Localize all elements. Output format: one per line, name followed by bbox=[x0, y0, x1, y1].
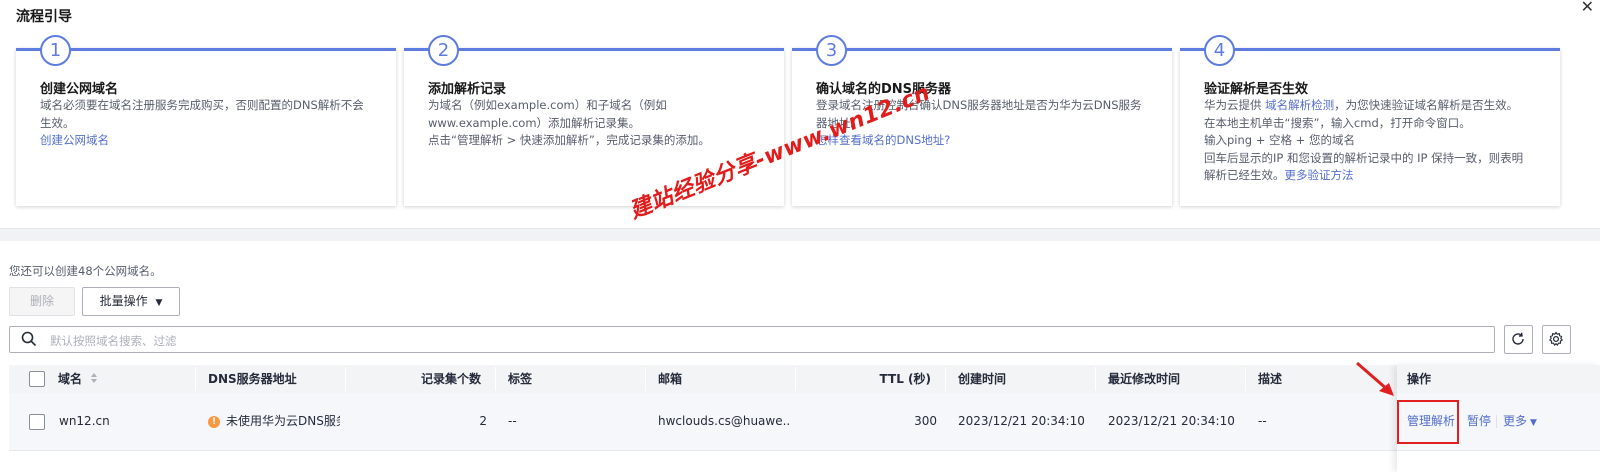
step-number: 4 bbox=[1204, 35, 1235, 66]
column-header-records: 记录集个数 bbox=[420, 372, 481, 386]
email-cell: hwclouds.cs@huawe... bbox=[658, 414, 790, 428]
column-header-email: 邮箱 bbox=[658, 372, 683, 386]
column-header-tags: 标签 bbox=[508, 372, 533, 386]
records-count: 2 bbox=[479, 414, 487, 428]
dns-status-cell: ! 未使用华为云DNS服务器 bbox=[208, 393, 340, 450]
column-divider bbox=[495, 367, 496, 391]
more-verify-link[interactable]: 更多验证方法 bbox=[1285, 168, 1354, 182]
step-text: 生效。 bbox=[40, 115, 75, 130]
tags-cell: -- bbox=[508, 414, 517, 428]
refresh-button[interactable] bbox=[1504, 325, 1533, 354]
column-divider bbox=[795, 367, 796, 391]
step-text: 点击“管理解析 > 快速添加解析”，完成记录集的添加。 bbox=[428, 133, 710, 147]
column-header-ttl: TTL (秒) bbox=[879, 372, 931, 386]
column-divider bbox=[645, 367, 646, 391]
caret-down-icon: ▼ bbox=[1530, 418, 1537, 428]
step-number: 3 bbox=[816, 35, 847, 66]
step-line bbox=[404, 48, 784, 51]
batch-operation-label: 批量操作 bbox=[99, 294, 148, 308]
step-text: 解析已经生效。更多验证方法 bbox=[1204, 167, 1546, 185]
highlight-box bbox=[1397, 400, 1459, 444]
column-header-domain[interactable]: 域名 bbox=[58, 365, 98, 393]
column-label: 域名 bbox=[58, 372, 83, 386]
column-header-created: 创建时间 bbox=[958, 372, 1007, 386]
step-text-prefix: 解析已经生效。 bbox=[1204, 168, 1285, 182]
section-divider bbox=[0, 228, 1600, 241]
pause-link[interactable]: 暂停 bbox=[1467, 393, 1491, 450]
guide-step-4: 4 验证解析是否生效 华为云提供 域名解析检测，为您快速验证域名解析是否生效。 … bbox=[1180, 35, 1560, 206]
step-text: 在本地主机单击“搜索”，输入cmd，打开命令窗口。 bbox=[1204, 115, 1471, 130]
column-divider bbox=[345, 367, 346, 391]
search-box[interactable] bbox=[9, 326, 1495, 353]
close-icon[interactable]: ✕ bbox=[1581, 0, 1594, 16]
step-line bbox=[792, 48, 1172, 51]
column-divider bbox=[945, 367, 946, 391]
desc-cell: -- bbox=[1258, 414, 1267, 428]
settings-button[interactable] bbox=[1542, 325, 1571, 354]
search-input[interactable] bbox=[48, 330, 1452, 351]
column-header-desc: 描述 bbox=[1258, 372, 1283, 386]
delete-button[interactable]: 删除 bbox=[9, 287, 75, 316]
step-title: 验证解析是否生效 bbox=[1204, 82, 1309, 97]
column-divider bbox=[195, 367, 196, 391]
guide-step-1: 1 创建公网域名 域名必须要在域名注册服务完成购买，否则配置的DNS解析不会 生… bbox=[16, 35, 396, 206]
column-header-modified: 最近修改时间 bbox=[1108, 372, 1181, 386]
table-empty-area bbox=[1397, 451, 1600, 472]
dns-status-text: 未使用华为云DNS服务器 bbox=[226, 414, 340, 428]
more-dropdown[interactable]: 更多 ▼ bbox=[1503, 393, 1537, 452]
step-line bbox=[16, 48, 396, 51]
batch-operation-button[interactable]: 批量操作 ▼ bbox=[82, 287, 180, 316]
quota-text: 您还可以创建48个公网域名。 bbox=[9, 264, 162, 278]
step-text-suffix: ，为您快速验证域名解析是否生效。 bbox=[1334, 98, 1519, 112]
created-time-cell: 2023/12/21 20:34:10 ... bbox=[958, 414, 1090, 428]
column-header-ops: 操作 bbox=[1407, 372, 1432, 386]
sort-icon[interactable] bbox=[90, 366, 98, 394]
row-checkbox[interactable] bbox=[29, 414, 45, 430]
step-text: www.example.com）添加解析记录集。 bbox=[428, 115, 641, 130]
modified-time-cell: 2023/12/21 20:34:10 ... bbox=[1108, 414, 1240, 428]
step-title: 创建公网域名 bbox=[40, 82, 119, 97]
column-header-dns: DNS服务器地址 bbox=[208, 372, 297, 386]
search-icon bbox=[21, 331, 37, 350]
warning-icon: ! bbox=[208, 415, 220, 428]
step-text-prefix: 华为云提供 bbox=[1204, 98, 1266, 112]
create-domain-link[interactable]: 创建公网域名 bbox=[40, 132, 382, 150]
link-divider bbox=[1496, 415, 1497, 428]
step-title: 添加解析记录 bbox=[428, 82, 507, 97]
arrow-annotation-icon bbox=[1356, 361, 1394, 396]
column-divider bbox=[1245, 367, 1246, 391]
step-text: 回车后显示的IP 和您设置的解析记录中的 IP 保持一致，则表明 bbox=[1204, 150, 1524, 165]
more-label: 更多 bbox=[1503, 414, 1528, 428]
step-number: 2 bbox=[428, 35, 459, 66]
column-divider bbox=[1095, 367, 1096, 391]
dns-check-link[interactable]: 域名解析检测 bbox=[1265, 98, 1334, 112]
step-text: 域名必须要在域名注册服务完成购买，否则配置的DNS解析不会 bbox=[40, 98, 364, 112]
caret-down-icon: ▼ bbox=[155, 298, 163, 308]
view-dns-address-link[interactable]: 怎样查看域名的DNS地址? bbox=[816, 132, 1158, 150]
page-title: 流程引导 bbox=[16, 9, 72, 25]
select-all-checkbox[interactable] bbox=[29, 371, 45, 387]
step-text: 输入ping + 空格 + 您的域名 bbox=[1204, 133, 1355, 147]
operations-header: 操作 bbox=[1397, 365, 1600, 393]
step-text: 华为云提供 域名解析检测，为您快速验证域名解析是否生效。 bbox=[1204, 97, 1546, 115]
domain-link[interactable]: wn12.cn bbox=[59, 393, 110, 450]
step-text: 为域名（例如example.com）和子域名（例如 bbox=[428, 98, 667, 112]
step-number: 1 bbox=[40, 35, 71, 66]
ttl-cell: 300 bbox=[914, 414, 937, 428]
step-line bbox=[1180, 48, 1560, 51]
